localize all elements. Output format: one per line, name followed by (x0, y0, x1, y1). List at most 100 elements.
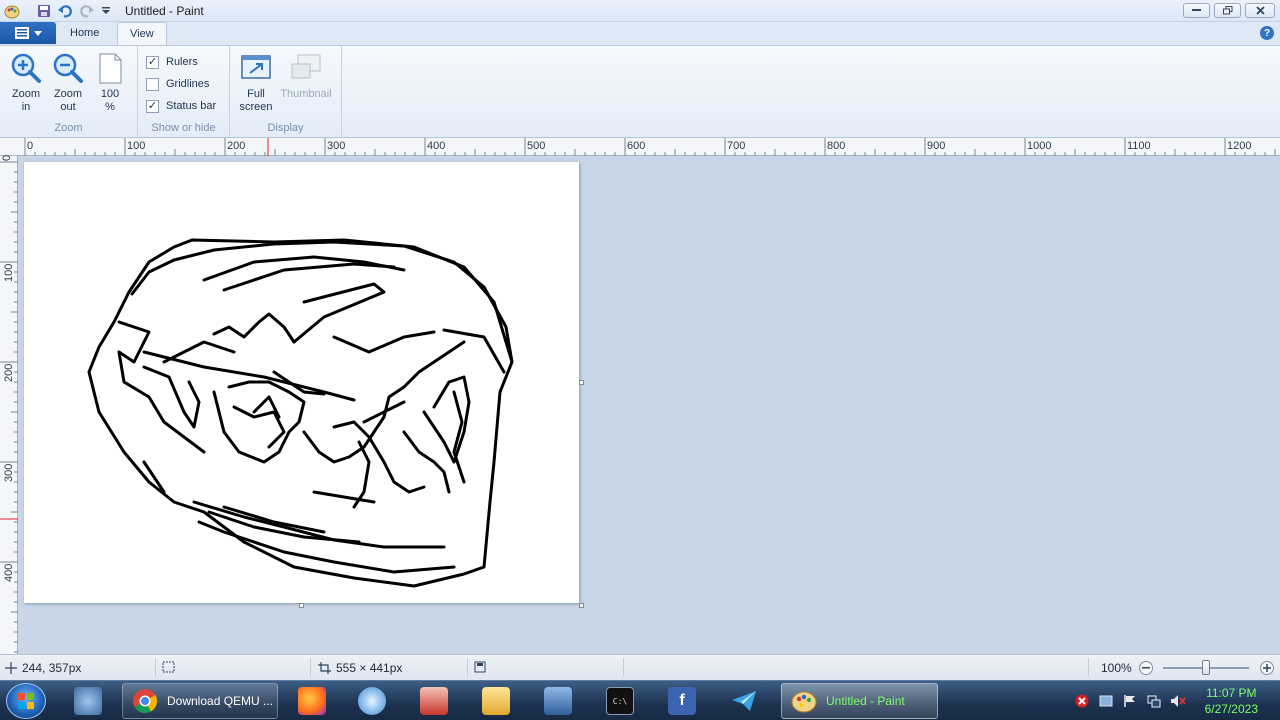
resize-handle-right[interactable] (579, 380, 584, 385)
hruler-label-300: 300 (327, 140, 346, 152)
chrome-icon (131, 687, 159, 715)
hruler-label-1000: 1000 (1027, 140, 1052, 152)
hruler-label-600: 600 (627, 140, 646, 152)
tray-flag-icon[interactable] (1122, 693, 1138, 709)
taskbar-pinned-safari[interactable] (346, 683, 400, 719)
zoom-group: Zoom in Zoom out 100 % Zoom (0, 46, 138, 137)
minimize-button[interactable] (1183, 3, 1210, 18)
network-globe-icon (74, 687, 102, 715)
chevron-down-icon (33, 30, 42, 36)
taskbar-pinned-app-red[interactable] (408, 683, 462, 719)
hruler-label-700: 700 (727, 140, 746, 152)
statusbar-checkbox[interactable]: ✓ (146, 99, 159, 113)
thumbnail-label: Thumbnail (280, 88, 332, 100)
save-icon[interactable] (36, 3, 52, 19)
full-screen-icon (240, 52, 272, 84)
canvas-size: 555 × 441px (318, 661, 402, 675)
drawing-canvas[interactable] (24, 162, 579, 603)
status-separator (1088, 658, 1089, 677)
clock-date: 6/27/2023 (1204, 702, 1258, 716)
start-button[interactable] (6, 683, 46, 719)
resize-handle-corner[interactable] (579, 603, 584, 608)
customize-qat-chevron-icon[interactable] (98, 3, 114, 19)
zoom-level: 100% (1101, 661, 1132, 675)
zoom-group-label: Zoom (54, 122, 83, 134)
taskbar-pinned-firefox[interactable] (286, 683, 340, 719)
display-group-label: Display (267, 122, 304, 134)
building-icon (544, 687, 572, 715)
help-icon[interactable]: ? (1260, 26, 1274, 40)
taskbar-pinned-app-blue[interactable] (532, 683, 586, 719)
taskbar-item-chrome[interactable]: Download QEMU ... (122, 683, 278, 719)
zoom-in-button[interactable]: Zoom in (6, 52, 46, 114)
hruler-label-100: 100 (127, 140, 146, 152)
status-separator (155, 658, 156, 677)
selection-size (162, 661, 180, 673)
title-bar: Untitled - Paint (0, 0, 1280, 22)
tray-volume-muted-icon[interactable] (1170, 693, 1186, 709)
taskbar-item-paint-label: Untitled - Paint (826, 694, 905, 708)
tray-network-icon[interactable] (1146, 693, 1162, 709)
firefox-icon (298, 687, 326, 715)
tab-home[interactable]: Home (58, 22, 111, 45)
zoom-slider-thumb[interactable] (1202, 660, 1210, 675)
hruler-label-1200: 1200 (1227, 140, 1252, 152)
zoom-in-icon (10, 52, 42, 84)
rulers-checkbox-row[interactable]: ✓ Rulers (146, 54, 198, 70)
tray-app-icon[interactable] (1098, 693, 1114, 709)
paint-menu-icon (14, 27, 29, 39)
horizontal-ruler: 0 100 200 300 400 500 600 700 800 900 10… (0, 138, 1280, 156)
rulers-label: Rulers (166, 56, 198, 68)
redo-icon (79, 3, 95, 19)
hruler-label-0: 0 (27, 140, 34, 152)
hruler-label-900: 900 (927, 140, 946, 152)
taskbar-pinned-facebook[interactable]: f (656, 683, 710, 719)
minimize-icon (1184, 4, 1209, 17)
gridlines-label: Gridlines (166, 78, 210, 90)
tab-view[interactable]: View (117, 22, 167, 45)
scribble-drawing (87, 238, 514, 588)
taskbar-pinned-explorer[interactable] (470, 683, 524, 719)
gridlines-checkbox[interactable] (146, 77, 159, 91)
gridlines-checkbox-row[interactable]: Gridlines (146, 76, 209, 92)
vruler-label-0: 0 (1, 154, 13, 161)
hruler-label-200: 200 (227, 140, 246, 152)
show-or-hide-group-label: Show or hide (151, 122, 216, 134)
tray-error-icon[interactable] (1074, 693, 1090, 709)
zoom-100-button[interactable]: 100 % (90, 52, 130, 114)
hruler-label-500: 500 (527, 140, 546, 152)
statusbar-checkbox-row[interactable]: ✓ Status bar (146, 98, 216, 114)
zoom-out-small-icon[interactable] (1139, 661, 1153, 675)
full-screen-button[interactable]: Full screen (236, 52, 276, 114)
clock[interactable]: 11:07 PM 6/27/2023 (1205, 685, 1258, 717)
restore-button[interactable] (1214, 3, 1241, 18)
taskbar-item-paint[interactable]: Untitled - Paint (781, 683, 938, 719)
zoom-out-button[interactable]: Zoom out (48, 52, 88, 114)
paint-app-icon[interactable] (4, 3, 20, 19)
cursor-position-text: 244, 357px (22, 661, 82, 675)
close-button[interactable] (1245, 3, 1275, 18)
selection-icon (162, 661, 175, 673)
resize-handle-bottom[interactable] (299, 603, 304, 608)
hruler-label-400: 400 (427, 140, 446, 152)
taskbar-pinned-app[interactable] (62, 683, 116, 719)
paper-plane-icon (730, 687, 758, 715)
tools-icon (420, 687, 448, 715)
restore-icon (1215, 4, 1240, 17)
paint-menu-button[interactable] (0, 22, 56, 44)
zoom-in-small-icon[interactable] (1260, 661, 1274, 675)
undo-icon[interactable] (57, 3, 73, 19)
disk-icon (474, 661, 486, 673)
zoom-out-label: Zoom out (53, 88, 83, 113)
rulers-checkbox[interactable]: ✓ (146, 55, 159, 69)
vruler-label-300: 300 (3, 463, 15, 482)
terminal-icon: C:\ (606, 687, 634, 715)
taskbar-pinned-telegram[interactable] (718, 683, 772, 719)
status-separator (623, 658, 624, 677)
ribbon-view-panel: Zoom in Zoom out 100 % Zoom Show or hide… (0, 45, 1280, 138)
status-separator (467, 658, 468, 677)
thumbnail-button: Thumbnail (280, 52, 332, 101)
page-icon (94, 52, 126, 84)
paint-icon (790, 687, 818, 715)
taskbar-pinned-cmd[interactable]: C:\ (594, 683, 648, 719)
